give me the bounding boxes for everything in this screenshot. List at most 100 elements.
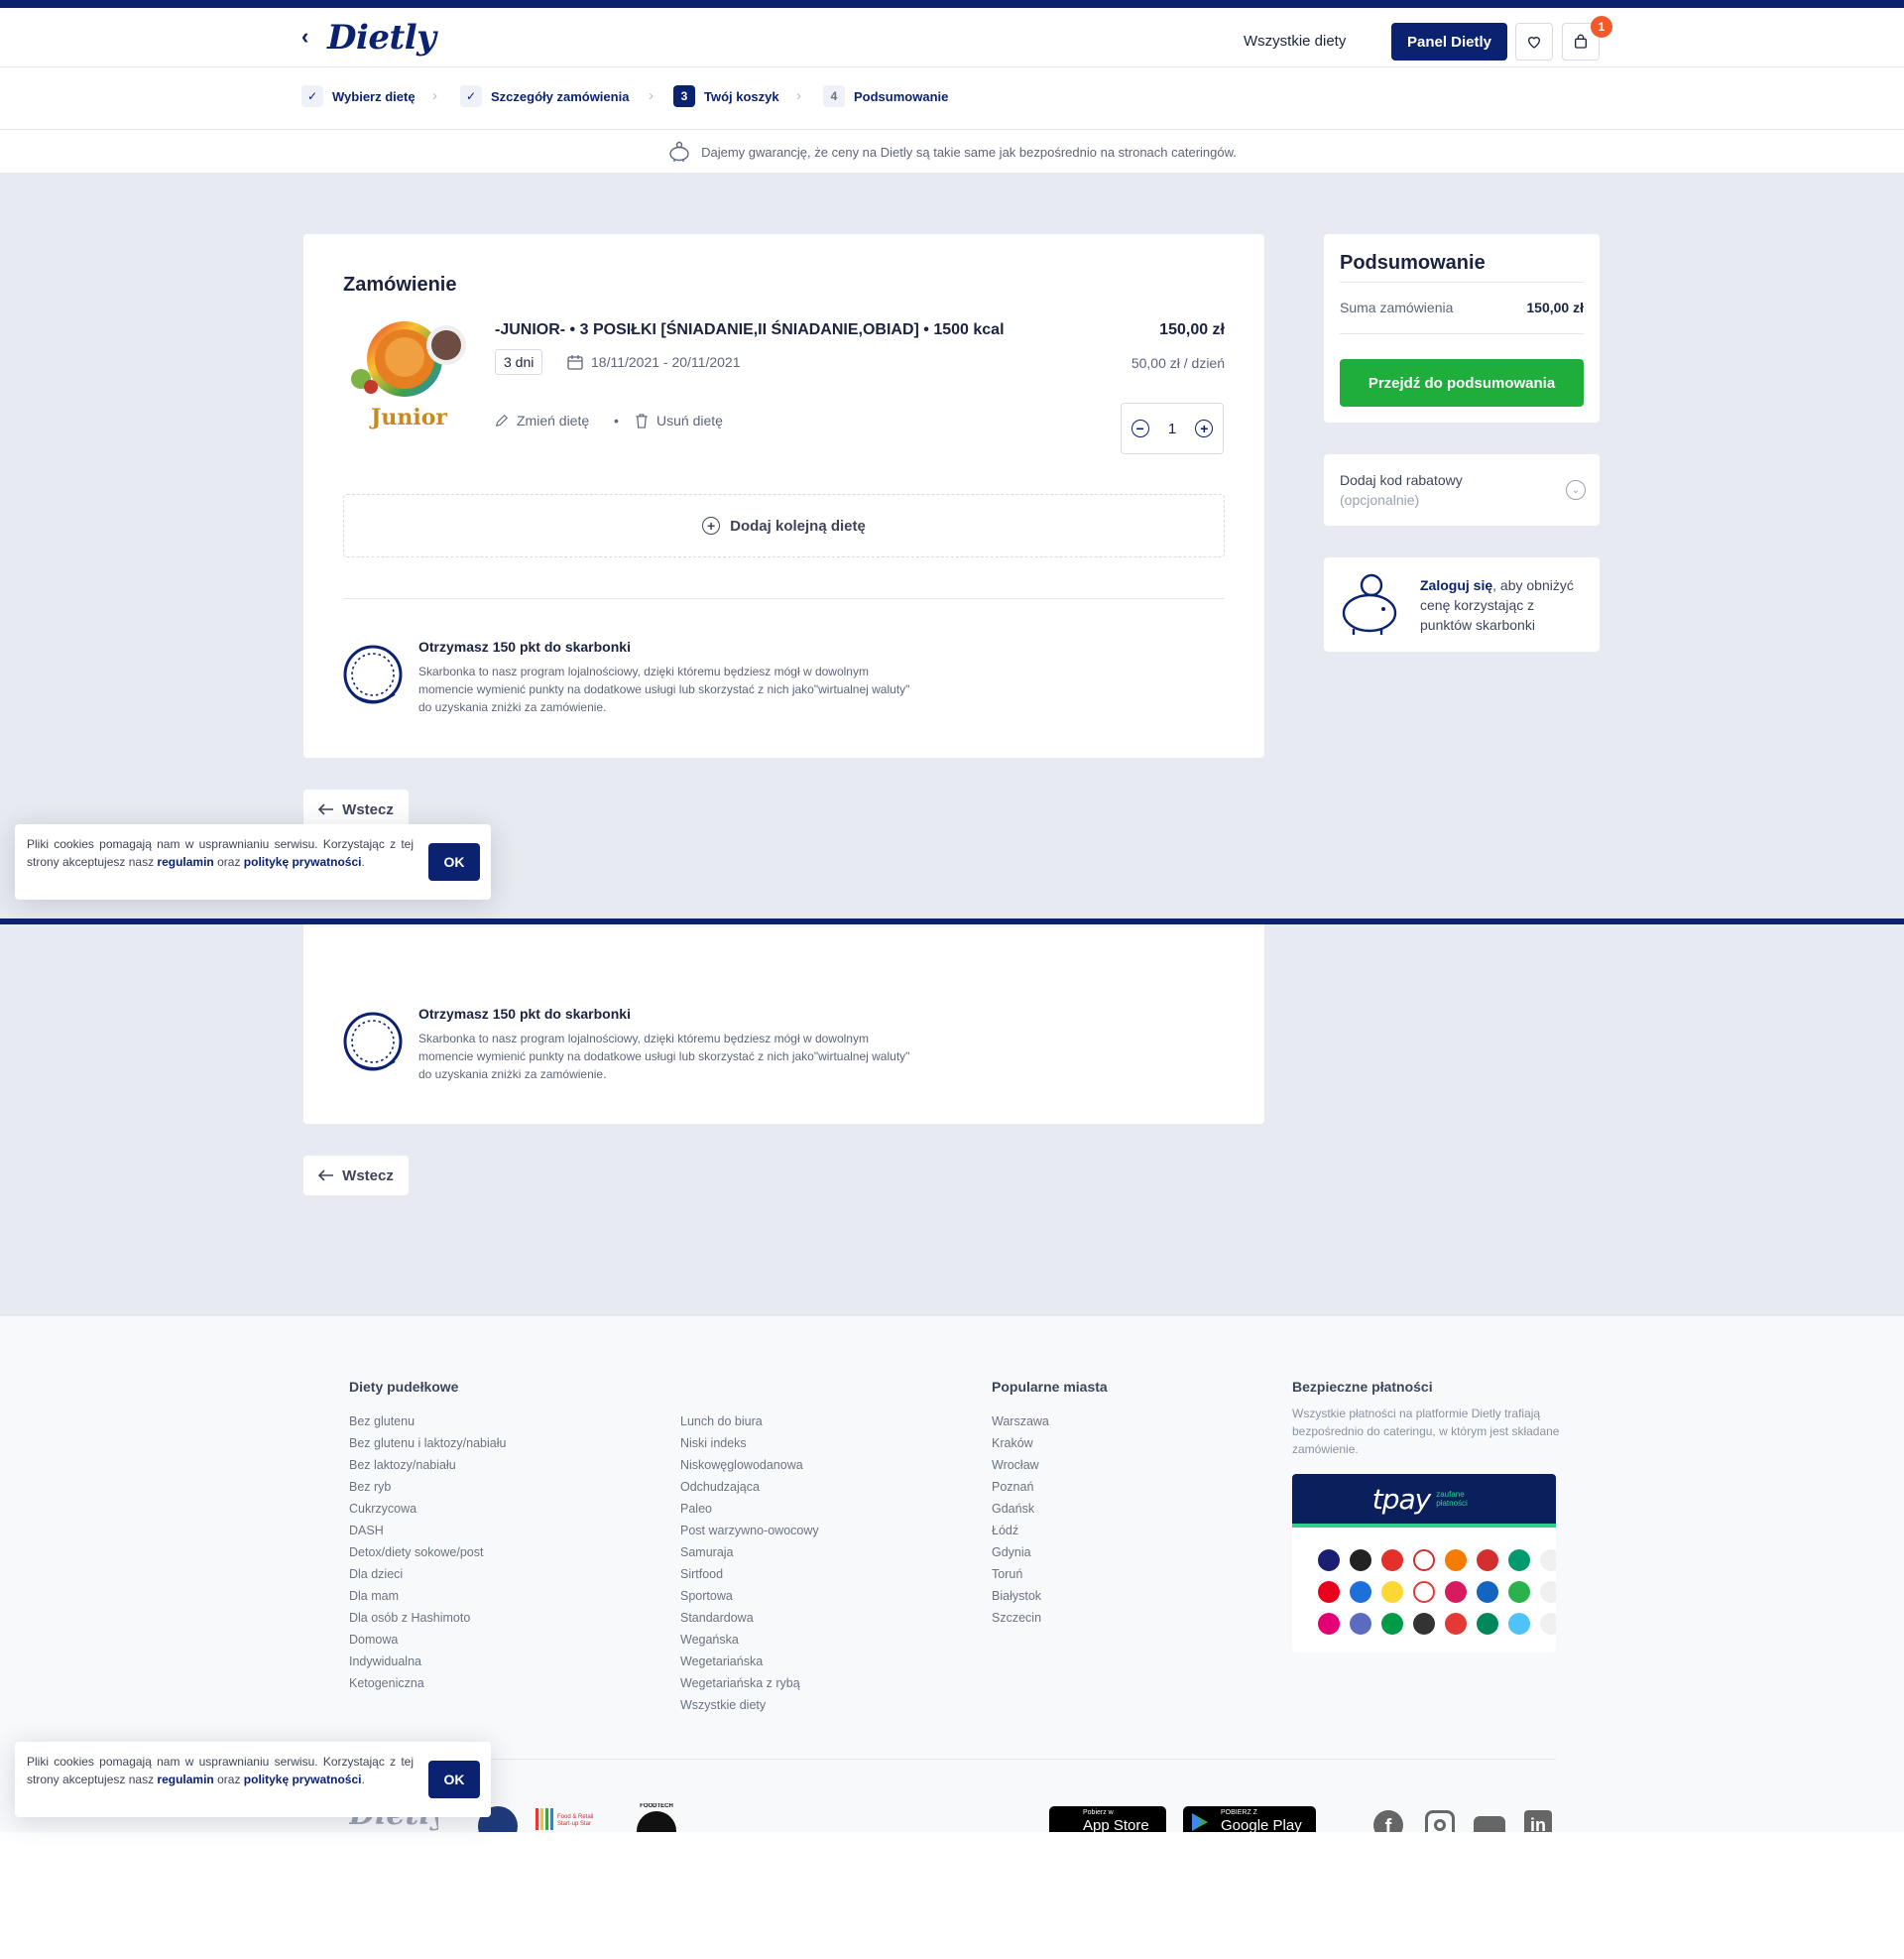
footer-link[interactable]: Bez laktozy/nabiału (349, 1454, 506, 1476)
footer-link[interactable]: Sirtfood (680, 1563, 819, 1585)
footer-link[interactable]: Post warzywno-owocowy (680, 1520, 819, 1541)
discount-label: Dodaj kod rabatowy (1340, 472, 1463, 488)
footer-link[interactable]: Sportowa (680, 1585, 819, 1607)
terms-link[interactable]: regulamin (157, 1773, 213, 1786)
piggy-bank-icon (669, 141, 689, 162)
separator-dot: • (614, 413, 619, 429)
bank-icon (1381, 1581, 1403, 1603)
cookie-ok-button[interactable]: OK (428, 1761, 480, 1798)
tpay-subtitle: zaufane płatności (1436, 1490, 1468, 1508)
step-label: Szczegóły zamówienia (491, 88, 630, 104)
footer-link[interactable]: Bez ryb (349, 1476, 506, 1498)
bank-icon (1540, 1613, 1556, 1635)
footer-link[interactable]: Gdynia (992, 1541, 1049, 1563)
back-button[interactable]: Wstecz (303, 1156, 409, 1195)
footer-link[interactable]: Wrocław (992, 1454, 1049, 1476)
bank-icon (1350, 1581, 1371, 1603)
footer-link[interactable]: DASH (349, 1520, 506, 1541)
google-play-button[interactable]: POBIERZ Z Google Play (1183, 1806, 1316, 1832)
panel-dietly-button[interactable]: Panel Dietly (1391, 23, 1507, 61)
instagram-icon[interactable] (1425, 1810, 1455, 1832)
footer-col1-title: Diety pudełkowe (349, 1379, 459, 1395)
days-chip: 3 dni (495, 349, 543, 375)
footer-link[interactable]: Dla osób z Hashimoto (349, 1607, 506, 1629)
footer-link[interactable]: Wegańska (680, 1629, 819, 1651)
loyalty-title: Otrzymasz 150 pkt do skarbonki (418, 639, 631, 655)
back-chevron-icon[interactable]: ‹ (301, 24, 308, 50)
store-name: Google Play (1221, 1817, 1302, 1832)
footer-link[interactable]: Białystok (992, 1585, 1049, 1607)
privacy-policy-link[interactable]: politykę prywatności (244, 1773, 362, 1786)
footer-link[interactable]: Toruń (992, 1563, 1049, 1585)
terms-link[interactable]: regulamin (157, 855, 213, 869)
footer-link[interactable]: Detox/diety sokowe/post (349, 1541, 506, 1563)
footer-diet-list-2: Lunch do biura Niski indeks Niskowęglowo… (680, 1410, 819, 1716)
discount-optional: (opcjonalnie) (1340, 492, 1420, 508)
minus-icon[interactable]: − (1130, 420, 1149, 437)
award-text: Food & Retail Start-up Star (557, 1814, 594, 1827)
facebook-icon[interactable]: f (1373, 1810, 1403, 1832)
footer-link[interactable]: Poznań (992, 1476, 1049, 1498)
date-range-text: 18/11/2021 - 20/11/2021 (591, 354, 741, 370)
footer-link[interactable]: Dla mam (349, 1585, 506, 1607)
footer-link[interactable]: Cukrzycowa (349, 1498, 506, 1520)
step-summary[interactable]: 4 Podsumowanie (823, 85, 948, 107)
youtube-icon[interactable] (1474, 1816, 1505, 1832)
cookie-text-part: . (361, 855, 365, 869)
cookie-ok-button[interactable]: OK (428, 843, 480, 881)
remove-diet-link[interactable]: Usuń dietę (635, 413, 723, 429)
bank-icon (1381, 1613, 1403, 1635)
footer-link[interactable]: Szczecin (992, 1607, 1049, 1629)
footer-link[interactable]: Dla dzieci (349, 1563, 506, 1585)
cookie-text: Pliki cookies pomagają nam w usprawniani… (27, 835, 414, 871)
footer-link[interactable]: Warszawa (992, 1410, 1049, 1432)
footer-link[interactable]: Domowa (349, 1629, 506, 1651)
store-name: App Store (1083, 1817, 1149, 1832)
cookie-text-part: . (361, 1773, 365, 1786)
footer-link[interactable]: Niski indeks (680, 1432, 819, 1454)
footer-diet-list: Bez glutenu Bez glutenu i laktozy/nabiał… (349, 1410, 506, 1694)
footer-link[interactable]: Niskowęglowodanowa (680, 1454, 819, 1476)
discount-code-card[interactable]: Dodaj kod rabatowy (opcjonalnie) ⌄ (1324, 454, 1600, 526)
order-title: Zamówienie (343, 274, 457, 296)
proceed-to-summary-button[interactable]: Przejdź do podsumowania (1340, 359, 1584, 407)
summary-title: Podsumowanie (1340, 252, 1486, 274)
footer-link[interactable]: Wegetariańska (680, 1651, 819, 1672)
step-cart[interactable]: 3 Twój koszyk (673, 85, 779, 107)
add-another-diet-button[interactable]: + Dodaj kolejną dietę (343, 494, 1225, 557)
diet-image: Junior (343, 321, 470, 448)
back-button[interactable]: Wstecz (303, 790, 409, 829)
footer-link[interactable]: Indywidualna (349, 1651, 506, 1672)
footer-link[interactable]: Łódź (992, 1520, 1049, 1541)
visa-icon (1318, 1549, 1340, 1571)
bank-icon (1477, 1549, 1498, 1571)
login-link[interactable]: Zaloguj się (1420, 577, 1492, 593)
linkedin-icon[interactable]: in (1524, 1810, 1552, 1832)
arrow-left-icon (318, 1169, 334, 1181)
change-diet-link[interactable]: Zmień dietę (495, 413, 589, 429)
footer-link[interactable]: Standardowa (680, 1607, 819, 1629)
privacy-policy-link[interactable]: politykę prywatności (244, 855, 362, 869)
footer-link[interactable]: Odchudzająca (680, 1476, 819, 1498)
bank-icon (1508, 1549, 1530, 1571)
footer-link[interactable]: Bez glutenu (349, 1410, 506, 1432)
footer-link[interactable]: Gdańsk (992, 1498, 1049, 1520)
footer-link[interactable]: Kraków (992, 1432, 1049, 1454)
footer-link[interactable]: Ketogeniczna (349, 1672, 506, 1694)
footer-link[interactable]: Lunch do biura (680, 1410, 819, 1432)
step-choose-diet[interactable]: ✓ Wybierz dietę (301, 85, 416, 107)
step-order-details[interactable]: ✓ Szczegóły zamówienia (460, 85, 629, 107)
favorites-button[interactable] (1515, 23, 1553, 61)
footer-link[interactable]: Paleo (680, 1498, 819, 1520)
footer-link[interactable]: Bez glutenu i laktozy/nabiału (349, 1432, 506, 1454)
nav-all-diets[interactable]: Wszystkie diety (1244, 33, 1346, 50)
plus-icon[interactable]: + (1195, 420, 1214, 437)
chevron-right-icon: › (432, 87, 437, 104)
footer-divider (349, 1759, 1556, 1760)
footer-link[interactable]: Samuraja (680, 1541, 819, 1563)
logo[interactable]: Dietly (327, 18, 436, 58)
app-store-button[interactable]: Pobierz w App Store (1049, 1806, 1166, 1832)
footer-link[interactable]: Wszystkie diety (680, 1694, 819, 1716)
chevron-down-icon[interactable]: ⌄ (1566, 480, 1586, 500)
footer-link[interactable]: Wegetariańska z rybą (680, 1672, 819, 1694)
